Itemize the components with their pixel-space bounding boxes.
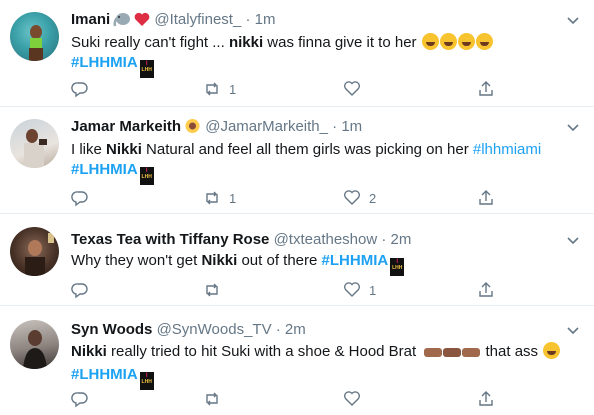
share-icon xyxy=(479,282,493,297)
like-button[interactable]: 2 xyxy=(343,188,376,208)
display-name[interactable]: Syn Woods xyxy=(71,321,152,338)
retweet-button[interactable] xyxy=(203,280,229,300)
share-button[interactable] xyxy=(477,79,495,99)
display-name[interactable]: Imani xyxy=(71,11,110,28)
timestamp[interactable]: 1m xyxy=(255,11,276,28)
reply-button[interactable] xyxy=(71,79,97,99)
heart-icon xyxy=(343,81,361,96)
tweet-header: Texas Tea with Tiffany Rose @txteathesho… xyxy=(71,230,411,250)
timestamp[interactable]: 2m xyxy=(285,321,306,338)
user-handle[interactable]: @JamarMarkeith_ xyxy=(205,118,328,135)
tweet-text: Why they won't get Nikki out of there #L… xyxy=(71,251,580,276)
reply-button[interactable] xyxy=(71,280,97,300)
reply-icon xyxy=(71,82,88,98)
hashtag-link[interactable]: #LHHMIA xyxy=(71,54,138,71)
lhh-badge-icon: I LHH xyxy=(139,60,154,78)
tweet-actions xyxy=(71,389,511,409)
share-button[interactable] xyxy=(477,280,495,300)
laughing-emoji xyxy=(457,33,475,50)
avatar[interactable] xyxy=(10,119,59,168)
retweet-icon xyxy=(206,392,218,406)
laughing-emoji xyxy=(543,342,561,359)
heart-icon xyxy=(343,190,361,205)
hashtag-link[interactable]: #lhhmiami xyxy=(473,141,541,158)
user-handle[interactable]: @SynWoods_TV xyxy=(157,321,272,338)
share-button[interactable] xyxy=(477,389,495,409)
retweet-button[interactable]: 1 xyxy=(203,188,236,208)
lhh-badge-icon: I LHH xyxy=(139,167,154,185)
mention-text: Nikki xyxy=(106,141,142,158)
reply-icon xyxy=(71,283,88,299)
retweet-icon xyxy=(206,82,218,96)
like-button[interactable] xyxy=(343,389,369,409)
share-icon xyxy=(479,190,493,205)
tweet-actions: 1 2 xyxy=(71,188,511,208)
chevron-down-icon[interactable] xyxy=(566,233,580,247)
tweet-header: Imani @Italyfinest_ · 1m xyxy=(71,10,275,33)
reply-icon xyxy=(71,191,88,207)
laughing-emoji xyxy=(421,33,439,50)
share-button[interactable] xyxy=(477,188,495,208)
separator-dot: · xyxy=(332,118,338,135)
sunflower-emoji xyxy=(184,118,201,140)
hashtag-link[interactable]: #LHHMIA xyxy=(71,161,138,178)
user-handle[interactable]: @Italyfinest_ xyxy=(154,11,241,28)
timestamp[interactable]: 2m xyxy=(391,231,412,248)
display-name[interactable]: Jamar Markeith xyxy=(71,118,181,135)
chevron-down-icon[interactable] xyxy=(566,323,580,337)
avatar[interactable] xyxy=(10,227,59,276)
retweet-icon xyxy=(206,283,218,297)
separator-dot: · xyxy=(275,321,281,338)
retweet-button[interactable] xyxy=(203,389,229,409)
chevron-down-icon[interactable] xyxy=(566,120,580,134)
tweet[interactable]: Jamar Markeith @JamarMarkeith_ · 1m I li… xyxy=(0,107,594,214)
avatar[interactable] xyxy=(10,320,59,369)
tweet-header: Jamar Markeith @JamarMarkeith_ · 1m xyxy=(71,117,362,140)
tweet[interactable]: Syn Woods @SynWoods_TV · 2m Nikki really… xyxy=(0,306,594,415)
retweet-button[interactable]: 1 xyxy=(203,79,236,99)
separator-dot: · xyxy=(381,231,387,248)
tweet-header: Syn Woods @SynWoods_TV · 2m xyxy=(71,320,306,340)
separator-dot: · xyxy=(245,11,251,28)
reply-button[interactable] xyxy=(71,389,97,409)
share-icon xyxy=(479,391,493,406)
laughing-emoji xyxy=(475,33,493,50)
tweet-text: I like Nikki Natural and feel all them g… xyxy=(71,140,580,185)
reply-icon xyxy=(71,392,88,408)
laughing-emoji xyxy=(439,33,457,50)
avatar[interactable] xyxy=(10,12,59,61)
tweet-actions: 1 xyxy=(71,79,511,99)
heart-icon xyxy=(343,391,361,406)
tweet[interactable]: Texas Tea with Tiffany Rose @txteathesho… xyxy=(0,214,594,306)
tweet-text: Suki really can't fight ... nikki was fi… xyxy=(71,33,580,78)
like-button[interactable]: 1 xyxy=(343,280,376,300)
tweet-text: Nikki really tried to hit Suki with a sh… xyxy=(71,342,580,390)
lhh-badge-icon: I LHH xyxy=(139,372,154,390)
timestamp[interactable]: 1m xyxy=(341,118,362,135)
display-name[interactable]: Texas Tea with Tiffany Rose xyxy=(71,231,269,248)
reply-button[interactable] xyxy=(71,188,97,208)
elephant-emoji xyxy=(113,11,131,33)
lhh-badge-icon: I LHH xyxy=(390,258,405,276)
like-button[interactable] xyxy=(343,79,369,99)
tweet-feed: Imani @Italyfinest_ · 1m Suki really can… xyxy=(0,0,594,415)
hashtag-link[interactable]: #LHHMIA xyxy=(322,252,389,269)
user-handle[interactable]: @txteatheshow xyxy=(274,231,378,248)
share-icon xyxy=(479,81,493,96)
heart-icon xyxy=(343,282,361,297)
hashtag-link[interactable]: #LHHMIA xyxy=(71,366,138,383)
mention-text: Nikki xyxy=(201,252,238,269)
fist-bump-emoji xyxy=(423,345,481,365)
mention-text: nikki xyxy=(228,34,264,51)
tweet-actions: 1 xyxy=(71,280,511,300)
mention-text: Nikki xyxy=(71,343,107,360)
red-heart-emoji xyxy=(134,12,150,33)
retweet-icon xyxy=(206,191,218,205)
tweet[interactable]: Imani @Italyfinest_ · 1m Suki really can… xyxy=(0,0,594,107)
chevron-down-icon[interactable] xyxy=(566,13,580,27)
